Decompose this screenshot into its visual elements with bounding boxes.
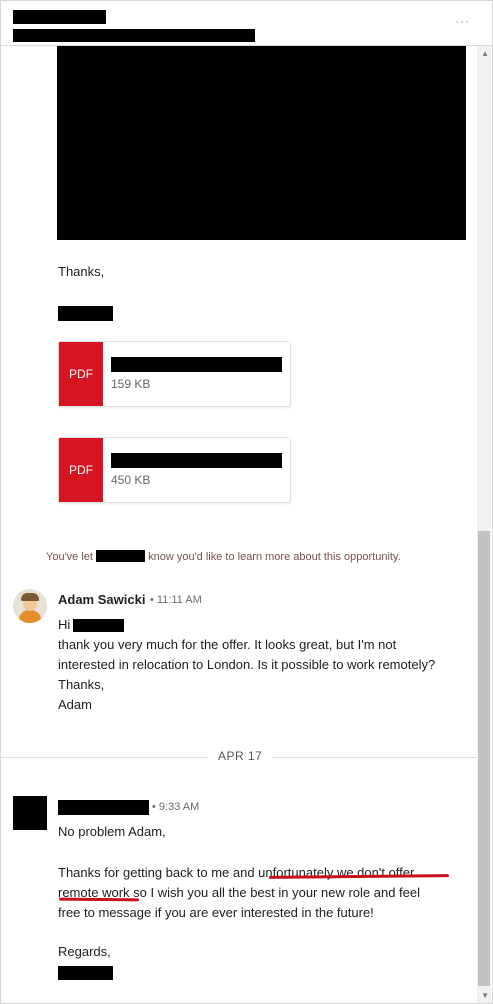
conversation-window: ··· Thanks, PDF 159 KB PDF 450 KB You've… [0,0,493,1004]
message-line: Adam [58,697,92,712]
conversation-header: ··· [1,1,492,46]
redacted-sender-name [58,800,149,815]
redacted-avatar [13,796,47,830]
redacted-contact-name [13,10,106,24]
message-line: Hi [58,617,71,632]
redacted-signature [58,966,113,980]
message-greeting: No problem Adam, [58,824,166,839]
avatar[interactable] [13,589,47,623]
scrollbar-thumb[interactable] [478,531,490,986]
more-horizontal-icon[interactable]: ··· [455,14,470,28]
message-timestamp: • 9:33 AM [152,801,200,813]
redacted-file-name [111,357,282,372]
file-size: 159 KB [111,377,151,391]
redacted-message-content [57,46,466,240]
pdf-file-icon: PDF [59,342,103,406]
scroll-down-arrow-icon[interactable]: ▼ [481,991,489,1000]
file-size: 450 KB [111,473,151,487]
notice-prefix: You've let [46,551,93,563]
redacted-name [73,619,124,632]
message-line: free to message if you are ever interest… [58,905,374,920]
message-line: Thanks, [58,677,105,692]
message-line: Thanks for getting back to me and unfort… [58,865,415,880]
message-closing: Regards, [58,944,111,959]
pdf-file-icon: PDF [59,438,103,502]
interest-notice: You've let know you'd like to learn more… [46,550,401,563]
message-line: thank you very much for the offer. It lo… [58,637,397,652]
date-divider-label: APR 17 [208,749,273,763]
scroll-up-arrow-icon[interactable]: ▲ [481,49,489,58]
redacted-contact-headline [13,29,255,42]
notice-suffix: know you'd like to learn more about this… [148,551,401,563]
sender-name[interactable]: Adam Sawicki [58,592,145,607]
redacted-name [96,550,146,562]
message-closing: Thanks, [58,264,105,279]
message-timestamp: • 11:11 AM [150,594,202,606]
message-line: interested in relocation to London. Is i… [58,657,436,672]
redacted-signature [58,306,113,321]
redacted-file-name [111,453,282,468]
attachment-card[interactable]: PDF 159 KB [58,341,291,407]
attachment-card[interactable]: PDF 450 KB [58,437,291,503]
